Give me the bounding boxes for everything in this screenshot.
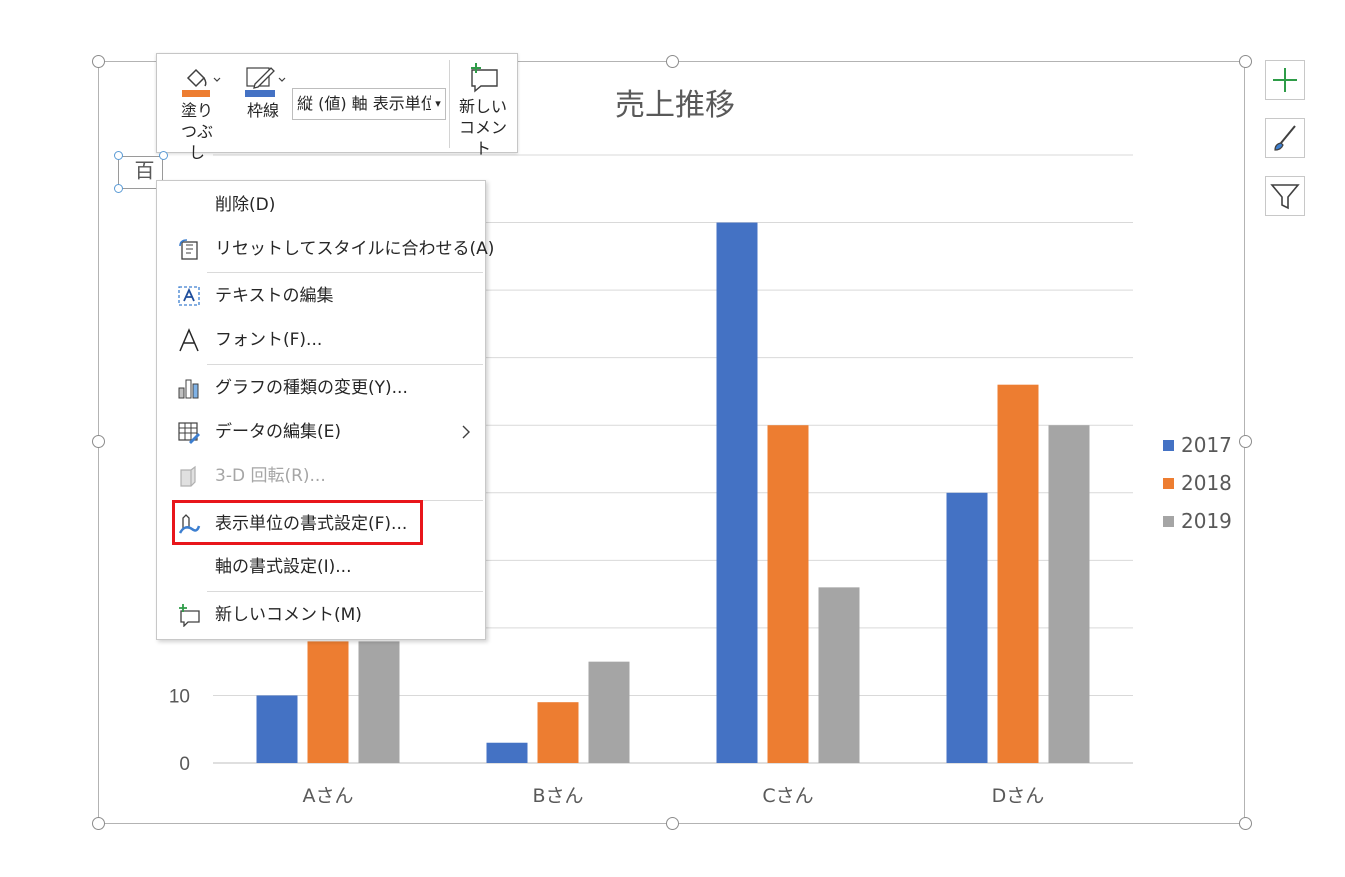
- legend-item: 2018: [1163, 464, 1232, 502]
- legend-item: 2019: [1163, 502, 1232, 540]
- bar: [997, 384, 1039, 763]
- bar: [1048, 425, 1090, 763]
- legend-label: 2018: [1181, 471, 1232, 495]
- menu-item-label: データの編集(E): [215, 422, 342, 442]
- y-tick-label: 10: [169, 686, 190, 707]
- pen-icon: [245, 67, 286, 97]
- x-tick-label: Cさん: [762, 785, 813, 807]
- menu-item-edit-text[interactable]: テキストの編集: [157, 276, 485, 316]
- new-comment-label: 新しいコメント: [458, 97, 507, 158]
- bar: [767, 425, 809, 763]
- context-menu: 削除(D) リセットしてスタイルに合わせる(A) テキストの編集 フォント(F)…: [156, 180, 494, 640]
- outline-label: 枠線: [246, 101, 279, 120]
- x-tick-label: Aさん: [303, 785, 354, 807]
- bar: [818, 587, 860, 763]
- menu-item-reset-style[interactable]: リセットしてスタイルに合わせる(A): [157, 229, 494, 269]
- new-comment-icon: [471, 63, 498, 93]
- filter-icon: [1270, 184, 1300, 210]
- menu-item-font[interactable]: フォント(F)...: [157, 320, 485, 360]
- font-icon: [179, 328, 199, 352]
- chevron-right-icon: [462, 425, 470, 439]
- y-tick-label: 0: [179, 754, 190, 775]
- label-handle-bottom-left[interactable]: [114, 184, 123, 193]
- menu-item-label: グラフの種類の変更(Y)...: [215, 378, 408, 398]
- bar: [256, 695, 298, 763]
- menu-item-label: 軸の書式設定(I)...: [215, 557, 352, 577]
- outline-button[interactable]: 枠線: [235, 62, 291, 121]
- menu-item-change-chart-type[interactable]: グラフの種類の変更(Y)...: [157, 368, 485, 408]
- highlight-box: [172, 500, 423, 545]
- bar: [716, 222, 758, 764]
- edit-data-icon: [178, 422, 200, 444]
- legend-swatch: [1163, 515, 1174, 527]
- fill-button[interactable]: 塗りつぶし: [167, 62, 227, 163]
- bar: [307, 641, 349, 763]
- menu-item-new-comment[interactable]: 新しいコメント(M): [157, 595, 485, 635]
- menu-item-edit-data[interactable]: データの編集(E): [157, 412, 485, 452]
- label-handle-top-right[interactable]: [159, 151, 168, 160]
- legend-label: 2017: [1181, 433, 1232, 457]
- menu-item-label: リセットしてスタイルに合わせる(A): [215, 239, 495, 259]
- new-comment-button[interactable]: 新しいコメント: [453, 60, 513, 159]
- bar: [588, 661, 630, 763]
- chart-elements-button[interactable]: [1265, 60, 1305, 100]
- menu-item-label: 新しいコメント(M): [215, 605, 362, 625]
- legend-swatch: [1163, 477, 1174, 489]
- menu-separator: [207, 272, 483, 273]
- chevron-down-icon: ▾: [431, 89, 445, 119]
- chart-styles-button[interactable]: [1265, 118, 1305, 158]
- bar: [946, 492, 988, 763]
- unit-label-text: 百: [131, 160, 155, 180]
- legend-label: 2019: [1181, 509, 1232, 533]
- new-comment-icon: [179, 604, 200, 627]
- cube-icon: [180, 465, 196, 487]
- legend[interactable]: 2017 2018 2019: [1163, 426, 1232, 540]
- menu-item-label: テキストの編集: [215, 286, 334, 306]
- menu-item-label: 削除(D): [215, 195, 276, 215]
- toolbar-divider: [449, 60, 450, 148]
- menu-item-label: 3-D 回転(R)...: [215, 466, 326, 486]
- fill-label: 塗りつぶし: [180, 101, 213, 162]
- menu-item-3d-rotation: 3-D 回転(R)...: [157, 456, 485, 496]
- legend-item: 2017: [1163, 426, 1232, 464]
- x-tick-label: Dさん: [992, 785, 1045, 807]
- brush-icon: [1274, 125, 1296, 151]
- plus-icon: [1273, 68, 1297, 92]
- edit-text-icon: [178, 286, 200, 306]
- reset-style-icon: [179, 239, 198, 260]
- menu-item-label: フォント(F)...: [215, 330, 323, 350]
- bar: [537, 702, 579, 763]
- mini-toolbar: 塗りつぶし 枠線 縦 (値) 軸 表示単位 ▾ 新しいコメント: [156, 53, 518, 162]
- chart-element-selector[interactable]: 縦 (値) 軸 表示単位 ▾: [292, 88, 446, 120]
- selector-value: 縦 (値) 軸 表示単位: [297, 94, 437, 113]
- bar: [358, 641, 400, 763]
- chart-filters-button[interactable]: [1265, 176, 1305, 216]
- legend-swatch: [1163, 439, 1174, 451]
- menu-item-format-axis[interactable]: 軸の書式設定(I)...: [157, 547, 485, 587]
- label-handle-top-left[interactable]: [114, 151, 123, 160]
- menu-separator: [207, 591, 483, 592]
- menu-item-delete[interactable]: 削除(D): [157, 185, 485, 225]
- menu-separator: [207, 364, 483, 365]
- bar: [486, 742, 528, 763]
- chart-type-icon: [178, 379, 199, 399]
- x-tick-label: Bさん: [532, 785, 583, 807]
- paint-bucket-icon: [182, 68, 221, 97]
